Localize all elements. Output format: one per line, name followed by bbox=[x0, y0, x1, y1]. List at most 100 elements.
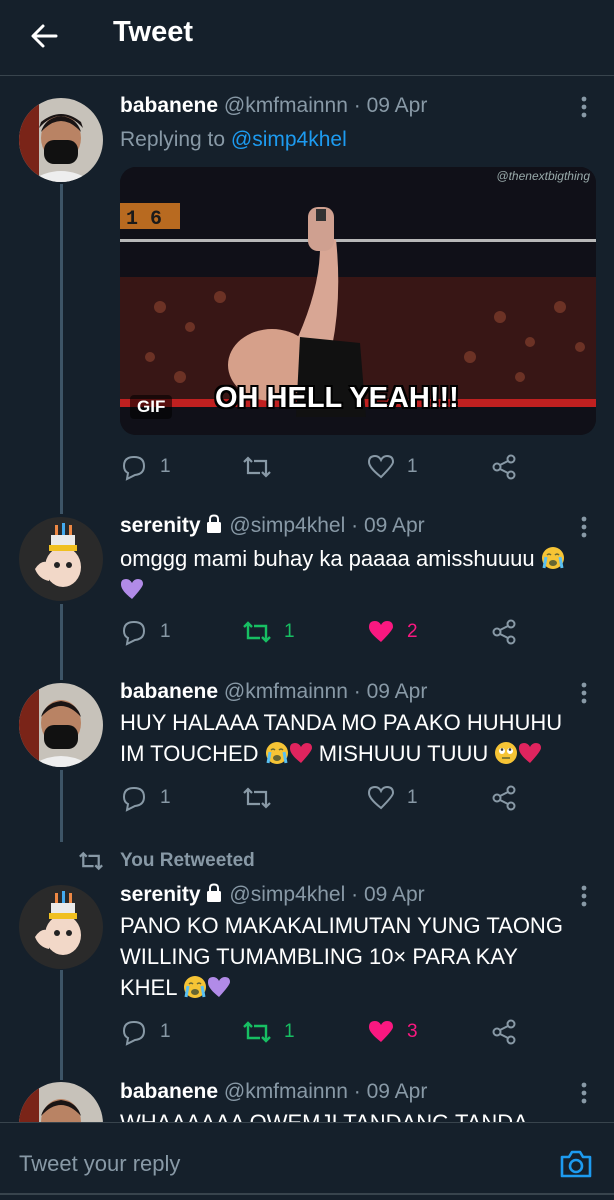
tweet-meta: babanene @kmfmainnn · 09 Apr bbox=[120, 94, 427, 118]
retweet-icon bbox=[243, 456, 271, 478]
protected-lock-icon bbox=[206, 883, 221, 902]
tweet-meta: serenity @simp4khel · 09 Apr bbox=[120, 514, 425, 538]
tweet-text-line: KHEL bbox=[120, 975, 177, 1000]
crying-face-icon bbox=[541, 547, 564, 569]
like-button[interactable]: 1 bbox=[367, 783, 418, 813]
more-options-icon[interactable] bbox=[574, 1081, 594, 1105]
heart-icon bbox=[367, 454, 395, 479]
retweet-button[interactable]: 1 bbox=[242, 1017, 295, 1047]
reply-icon bbox=[122, 786, 146, 812]
more-options-icon[interactable] bbox=[574, 515, 594, 539]
tweet-actions: 1 1 2 bbox=[120, 617, 520, 647]
retweet-notice-text: You Retweeted bbox=[120, 850, 255, 871]
reply-icon bbox=[122, 455, 146, 481]
like-button[interactable]: 3 bbox=[367, 1017, 418, 1047]
tweet-text-line: PANO KO MAKAKALIMUTAN YUNG TAONG bbox=[120, 913, 563, 938]
like-button[interactable]: 1 bbox=[367, 452, 418, 482]
avatar[interactable] bbox=[19, 517, 103, 601]
avatar[interactable] bbox=[19, 98, 103, 182]
more-options-icon[interactable] bbox=[574, 884, 594, 908]
rolling-eyes-icon bbox=[495, 742, 518, 764]
tweet-actions: 1 1 bbox=[120, 783, 520, 813]
replying-to-link[interactable]: @simp4khel bbox=[231, 128, 347, 151]
like-count: 1 bbox=[407, 456, 418, 477]
tweet-text: HUY HALAAA TANDA MO PA AKO HUHUHU IM TOU… bbox=[120, 707, 600, 769]
heart-filled-icon bbox=[369, 621, 393, 642]
avatar[interactable] bbox=[19, 683, 103, 767]
separator-dot: · bbox=[351, 883, 359, 906]
handle[interactable]: @simp4khel bbox=[229, 514, 345, 537]
thread-line bbox=[60, 604, 63, 680]
tweet-date[interactable]: 09 Apr bbox=[367, 1080, 428, 1103]
tweet-meta: serenity @simp4khel · 09 Apr bbox=[120, 883, 425, 907]
share-button[interactable] bbox=[490, 617, 530, 647]
tweet-meta: babanene @kmfmainnn · 09 Apr bbox=[120, 1080, 427, 1104]
tweet-date[interactable]: 09 Apr bbox=[364, 514, 425, 537]
purple-heart-icon bbox=[207, 977, 230, 997]
retweet-button[interactable]: 1 bbox=[242, 617, 295, 647]
purple-heart-icon bbox=[121, 579, 143, 599]
tweet-actions: 1 1 bbox=[120, 452, 520, 482]
like-button[interactable]: 2 bbox=[367, 617, 418, 647]
reply-button[interactable]: 1 bbox=[120, 617, 171, 647]
display-name[interactable]: serenity bbox=[120, 883, 201, 906]
reply-input[interactable]: Tweet your reply bbox=[19, 1151, 180, 1177]
share-icon bbox=[492, 1019, 516, 1045]
tweet-date[interactable]: 09 Apr bbox=[367, 680, 428, 703]
back-arrow-icon[interactable] bbox=[28, 20, 60, 52]
share-button[interactable] bbox=[490, 452, 530, 482]
gif-media[interactable]: 1 6 @thenextbigthing GIF OH HELL YEAH!!! bbox=[120, 167, 596, 435]
top-bar: Tweet bbox=[0, 0, 614, 76]
reply-divider bbox=[0, 1193, 614, 1195]
reply-button[interactable]: 1 bbox=[120, 452, 171, 482]
reply-count: 1 bbox=[160, 1021, 171, 1042]
protected-lock-icon bbox=[206, 514, 221, 533]
more-options-icon[interactable] bbox=[574, 95, 594, 119]
reply-count: 1 bbox=[160, 787, 171, 808]
tweet-text: PANO KO MAKAKALIMUTAN YUNG TAONG WILLING… bbox=[120, 910, 600, 1003]
gif-caption: OH HELL YEAH!!! bbox=[215, 382, 459, 414]
share-button[interactable] bbox=[490, 783, 530, 813]
score-display: 1 6 bbox=[126, 208, 162, 231]
share-icon bbox=[492, 619, 516, 645]
gif-badge: GIF bbox=[130, 395, 173, 419]
gif-watermark: @thenextbigthing bbox=[496, 169, 590, 183]
display-name[interactable]: serenity bbox=[120, 514, 201, 537]
avatar[interactable] bbox=[19, 885, 103, 969]
display-name[interactable]: babanene bbox=[120, 680, 218, 703]
share-icon bbox=[492, 454, 516, 480]
handle[interactable]: @kmfmainnn bbox=[224, 1080, 348, 1103]
like-count: 2 bbox=[407, 621, 418, 642]
thread-line bbox=[60, 770, 63, 842]
retweet-button[interactable] bbox=[242, 452, 284, 482]
crying-face-icon bbox=[265, 742, 288, 764]
heart-with-ribbon-icon bbox=[289, 743, 312, 763]
tweet-actions: 1 1 3 bbox=[120, 1017, 520, 1047]
like-count: 1 bbox=[407, 787, 418, 808]
retweet-button[interactable] bbox=[242, 783, 284, 813]
camera-icon[interactable] bbox=[558, 1148, 594, 1180]
handle[interactable]: @kmfmainnn bbox=[224, 94, 348, 117]
reply-count: 1 bbox=[160, 621, 171, 642]
retweet-notice: You Retweeted bbox=[78, 849, 255, 873]
tweet-text-content: omggg mami buhay ka paaaa amisshuuuu bbox=[120, 546, 535, 571]
tweet-date[interactable]: 09 Apr bbox=[367, 94, 428, 117]
reply-button[interactable]: 1 bbox=[120, 783, 171, 813]
more-options-icon[interactable] bbox=[574, 681, 594, 705]
tweet-date[interactable]: 09 Apr bbox=[364, 883, 425, 906]
handle[interactable]: @kmfmainnn bbox=[224, 680, 348, 703]
reply-composer: Tweet your reply bbox=[0, 1122, 614, 1200]
share-button[interactable] bbox=[490, 1017, 530, 1047]
heart-icon bbox=[367, 785, 395, 810]
reply-button[interactable]: 1 bbox=[120, 1017, 171, 1047]
page-title: Tweet bbox=[113, 16, 194, 48]
crying-face-icon bbox=[183, 976, 206, 998]
retweet-count: 1 bbox=[284, 1021, 295, 1042]
separator-dot: · bbox=[353, 680, 361, 703]
thread-line bbox=[60, 970, 63, 1080]
replying-prefix: Replying to bbox=[120, 128, 226, 151]
display-name[interactable]: babanene bbox=[120, 1080, 218, 1103]
handle[interactable]: @simp4khel bbox=[229, 883, 345, 906]
tweet-text-line: HUY HALAAA TANDA MO PA AKO HUHUHU bbox=[120, 710, 563, 735]
display-name[interactable]: babanene bbox=[120, 94, 218, 117]
